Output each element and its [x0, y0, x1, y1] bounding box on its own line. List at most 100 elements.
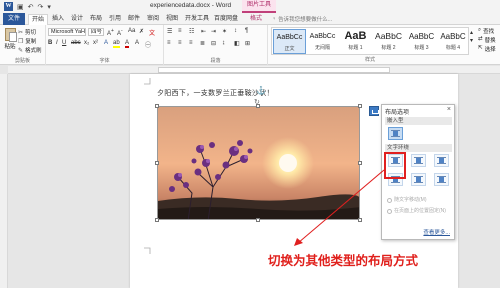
- select-button[interactable]: ⇱ 选择: [478, 45, 496, 53]
- increase-indent-icon[interactable]: ⇥: [211, 28, 216, 35]
- style-sample: AaBbC: [408, 32, 435, 41]
- close-icon[interactable]: ×: [447, 106, 451, 113]
- style-heading-4[interactable]: AaBbC 标题 4: [438, 29, 468, 54]
- font-size-select[interactable]: 四号: [88, 28, 104, 36]
- highlight-icon[interactable]: ab: [113, 40, 120, 48]
- fix-position-radio[interactable]: 在页面上的位置固定(N): [387, 208, 451, 214]
- layout-tight-option[interactable]: [411, 154, 426, 167]
- style-sample: AaBbCc: [309, 33, 336, 40]
- customize-qat-icon[interactable]: ▾: [47, 3, 51, 11]
- tab-format[interactable]: 格式: [250, 14, 262, 25]
- redo-icon[interactable]: ↷: [38, 3, 44, 11]
- tell-me-box[interactable]: ♀ 告诉我您想要做什么...: [272, 15, 332, 23]
- annotation-caption: 切换为其他类型的布局方式: [268, 253, 419, 268]
- shrink-font-icon[interactable]: A-: [117, 28, 123, 37]
- replace-button[interactable]: ⇄ 替换: [478, 36, 496, 44]
- tab-developer[interactable]: 开发工具: [185, 14, 209, 25]
- italic-icon[interactable]: I: [56, 40, 58, 46]
- superscript-icon[interactable]: x²: [93, 40, 98, 46]
- save-icon[interactable]: ▣: [17, 3, 24, 11]
- enclose-char-icon[interactable]: ㊀: [145, 40, 151, 49]
- resize-handle-tr[interactable]: [358, 104, 362, 108]
- multilevel-list-icon[interactable]: ☷: [189, 28, 194, 35]
- picture-icon: [439, 158, 444, 163]
- resize-handle-mr[interactable]: [358, 161, 362, 165]
- fix-position-label: 在页面上的位置固定(N): [394, 208, 446, 214]
- align-center-icon[interactable]: ≡: [178, 40, 182, 46]
- format-painter-button[interactable]: ✎ 格式刷: [18, 46, 42, 55]
- see-more-link[interactable]: 查看更多...: [423, 228, 450, 236]
- char-shading-icon[interactable]: A: [135, 40, 139, 46]
- resize-handle-bl[interactable]: [155, 218, 159, 222]
- layout-through-option[interactable]: [434, 154, 449, 167]
- vertical-ruler[interactable]: [0, 74, 8, 288]
- copy-button[interactable]: ❐ 复制: [18, 37, 37, 46]
- layout-in-front-option[interactable]: [434, 173, 449, 186]
- tab-home[interactable]: 开始: [28, 14, 49, 25]
- strikethrough-icon[interactable]: abc: [71, 40, 81, 46]
- justify-icon[interactable]: ≣: [200, 40, 205, 47]
- horizontal-ruler[interactable]: [8, 66, 500, 74]
- change-case-icon[interactable]: Aa: [128, 28, 135, 34]
- phonetic-icon[interactable]: 文: [149, 28, 155, 37]
- move-with-text-radio[interactable]: 随文字移动(M): [387, 197, 427, 203]
- cut-button[interactable]: ✂ 剪切: [18, 28, 36, 37]
- numbering-icon[interactable]: ≡: [178, 28, 182, 34]
- sort-icon[interactable]: ↕: [234, 28, 237, 34]
- resize-handle-br[interactable]: [358, 218, 362, 222]
- tab-file[interactable]: 文件: [3, 13, 25, 25]
- shading-icon[interactable]: ◧: [234, 40, 240, 47]
- resize-handle-ml[interactable]: [155, 161, 159, 165]
- paste-label: 粘贴: [4, 44, 16, 50]
- show-marks-icon[interactable]: ¶: [245, 28, 248, 34]
- paste-button[interactable]: 粘贴: [3, 28, 17, 50]
- style-heading-1[interactable]: AaB 标题 1: [339, 29, 372, 54]
- find-button[interactable]: ⌕ 查找: [478, 27, 494, 35]
- anchor-icon[interactable]: ⚓: [256, 86, 266, 95]
- style-name: 标题 3: [414, 45, 429, 51]
- sunset-photo[interactable]: [157, 106, 360, 220]
- style-no-spacing[interactable]: AaBbCc 无间隔: [306, 29, 339, 54]
- style-normal[interactable]: AaBbCc 正文: [273, 29, 306, 54]
- decrease-indent-icon[interactable]: ⇤: [201, 28, 206, 35]
- tab-references[interactable]: 引用: [109, 14, 121, 25]
- underline-icon[interactable]: U: [62, 40, 66, 46]
- font-color-icon[interactable]: A: [125, 40, 130, 48]
- format-painter-label: 格式刷: [25, 48, 42, 54]
- clear-format-icon[interactable]: ✗: [139, 28, 144, 35]
- style-sample: AaBbCc: [276, 34, 303, 41]
- styles-scroll-up-icon[interactable]: ▴: [470, 29, 473, 36]
- tab-insert[interactable]: 插入: [52, 14, 64, 25]
- bullets-icon[interactable]: ☰: [167, 28, 172, 35]
- tab-layout[interactable]: 布局: [90, 14, 102, 25]
- subscript-icon[interactable]: x₂: [84, 40, 89, 46]
- rotate-handle-icon[interactable]: ↻: [254, 98, 260, 106]
- resize-handle-bm[interactable]: [256, 218, 260, 222]
- copy-label: 复制: [25, 39, 37, 45]
- tab-design[interactable]: 设计: [71, 14, 83, 25]
- style-heading-2[interactable]: AaBbC 标题 2: [372, 29, 405, 54]
- styles-scroll-down-icon[interactable]: ▾: [470, 37, 473, 44]
- tab-view[interactable]: 视图: [166, 14, 178, 25]
- chinese-layout-icon[interactable]: ✶: [222, 28, 227, 35]
- distributed-icon[interactable]: ⊟: [211, 40, 216, 47]
- tab-mailings[interactable]: 邮件: [128, 14, 140, 25]
- lightbulb-icon: ♀: [272, 16, 277, 22]
- undo-icon[interactable]: ↶: [28, 3, 34, 11]
- tab-review[interactable]: 审阅: [147, 14, 159, 25]
- align-right-icon[interactable]: ≡: [189, 40, 193, 46]
- grow-font-icon[interactable]: A+: [107, 28, 114, 37]
- line-spacing-icon[interactable]: ↨: [222, 40, 225, 46]
- align-left-icon[interactable]: ≡: [167, 40, 171, 46]
- ribbon: 粘贴 ✂ 剪切 ❐ 复制 ✎ 格式刷 剪贴板 Microsoft YaHe 四号 A+…: [0, 25, 500, 65]
- borders-icon[interactable]: ⊞: [245, 40, 250, 47]
- font-name-select[interactable]: Microsoft YaHe: [48, 28, 86, 36]
- tab-baidu-netdisk[interactable]: 百度网盘: [214, 14, 238, 25]
- layout-behind-text-option[interactable]: [411, 173, 426, 186]
- style-heading-3[interactable]: AaBbC 标题 3: [405, 29, 438, 54]
- resize-handle-tl[interactable]: [155, 104, 159, 108]
- layout-inline-option[interactable]: [388, 127, 403, 140]
- text-effects-icon[interactable]: A: [104, 40, 108, 46]
- bold-icon[interactable]: B: [48, 40, 52, 46]
- layout-options-button[interactable]: [369, 106, 379, 116]
